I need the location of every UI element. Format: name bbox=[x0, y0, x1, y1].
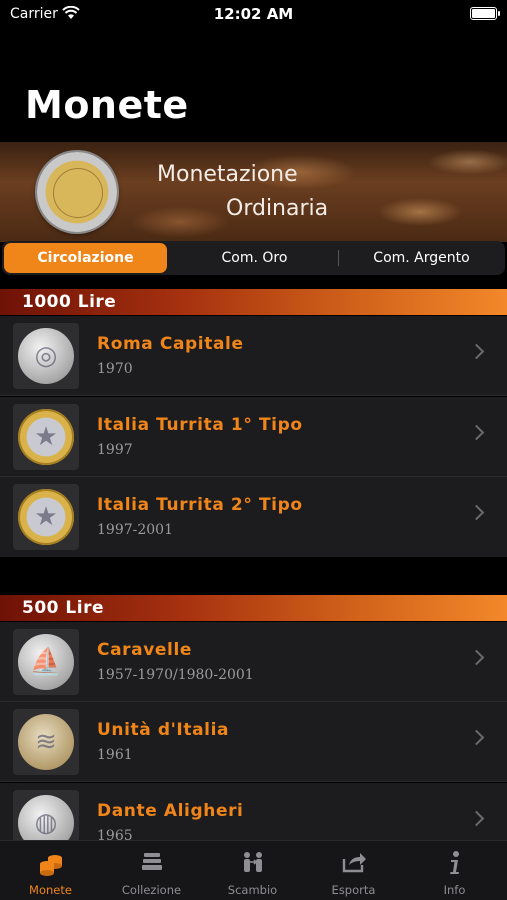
list-item[interactable]: ★ Italia Turrita 1° Tipo 1997 bbox=[0, 397, 507, 477]
section-header-1000-lire: 1000 Lire bbox=[0, 289, 507, 315]
tab-label: Info bbox=[443, 883, 466, 897]
tab-collezione[interactable]: Collezione bbox=[101, 841, 202, 900]
tab-label: Scambio bbox=[227, 883, 278, 897]
tab-scambio[interactable]: Scambio bbox=[202, 841, 303, 900]
exchange-icon bbox=[202, 850, 303, 878]
coin-thumbnail: ⛵ bbox=[13, 629, 79, 695]
clock: 12:02 AM bbox=[213, 5, 294, 23]
tab-monete[interactable]: Monete bbox=[0, 841, 101, 900]
item-years: 1997 bbox=[97, 442, 133, 458]
hero-title-line1: Monetazione bbox=[157, 162, 298, 187]
list-item[interactable]: ≋ Unità d'Italia 1961 bbox=[0, 702, 507, 782]
item-title: Italia Turrita 2° Tipo bbox=[97, 495, 303, 515]
tab-info[interactable]: Info bbox=[404, 841, 505, 900]
item-title: Dante Aligheri bbox=[97, 801, 244, 821]
item-years: 1997-2001 bbox=[97, 522, 173, 538]
chevron-right-icon bbox=[468, 504, 485, 521]
item-title: Italia Turrita 1° Tipo bbox=[97, 415, 303, 435]
tab-bar: Monete Collezione Scambio Esporta Info bbox=[0, 840, 507, 900]
item-title: Roma Capitale bbox=[97, 334, 244, 354]
segment-com-oro[interactable]: Com. Oro bbox=[172, 243, 337, 273]
list-item[interactable]: ★ Italia Turrita 2° Tipo 1997-2001 bbox=[0, 477, 507, 557]
hero-title-line2: Ordinaria bbox=[226, 196, 329, 221]
coin-icon bbox=[37, 152, 117, 232]
item-title: Unità d'Italia bbox=[97, 720, 230, 740]
coin-thumbnail: ★ bbox=[13, 484, 79, 550]
coin-thumbnail: ★ bbox=[13, 404, 79, 470]
stack-icon bbox=[101, 850, 202, 878]
section-header-500-lire: 500 Lire bbox=[0, 595, 507, 621]
tab-label: Collezione bbox=[121, 883, 182, 897]
share-icon bbox=[303, 850, 404, 878]
tab-esporta[interactable]: Esporta bbox=[303, 841, 404, 900]
segment-com-argento[interactable]: Com. Argento bbox=[340, 243, 503, 273]
hero-banner: Monetazione Ordinaria bbox=[0, 142, 507, 242]
tab-label: Esporta bbox=[331, 883, 376, 897]
chevron-right-icon bbox=[468, 649, 485, 666]
item-title: Caravelle bbox=[97, 640, 192, 660]
chevron-right-icon bbox=[468, 424, 485, 441]
page-title: Monete bbox=[25, 83, 189, 127]
coin-thumbnail: ≋ bbox=[13, 709, 79, 775]
chevron-right-icon bbox=[468, 810, 485, 827]
item-years: 1961 bbox=[97, 747, 133, 763]
chevron-right-icon bbox=[468, 343, 485, 360]
status-bar: Carrier 12:02 AM bbox=[0, 0, 507, 30]
item-years: 1970 bbox=[97, 361, 133, 377]
info-icon bbox=[404, 850, 505, 878]
list-item[interactable]: ⛵ Caravelle 1957-1970/1980-2001 bbox=[0, 622, 507, 702]
list-item[interactable]: ◎ Roma Capitale 1970 bbox=[0, 316, 507, 396]
segment-circolazione[interactable]: Circolazione bbox=[4, 243, 167, 273]
battery-icon bbox=[470, 7, 500, 20]
coin-thumbnail: ◎ bbox=[13, 323, 79, 389]
tab-label: Monete bbox=[29, 883, 72, 897]
chevron-right-icon bbox=[468, 729, 485, 746]
item-years: 1957-1970/1980-2001 bbox=[97, 667, 254, 683]
category-segmented-control: Circolazione Com. Oro Com. Argento bbox=[2, 241, 505, 275]
coins-icon bbox=[0, 850, 101, 878]
segment-divider bbox=[338, 250, 339, 266]
